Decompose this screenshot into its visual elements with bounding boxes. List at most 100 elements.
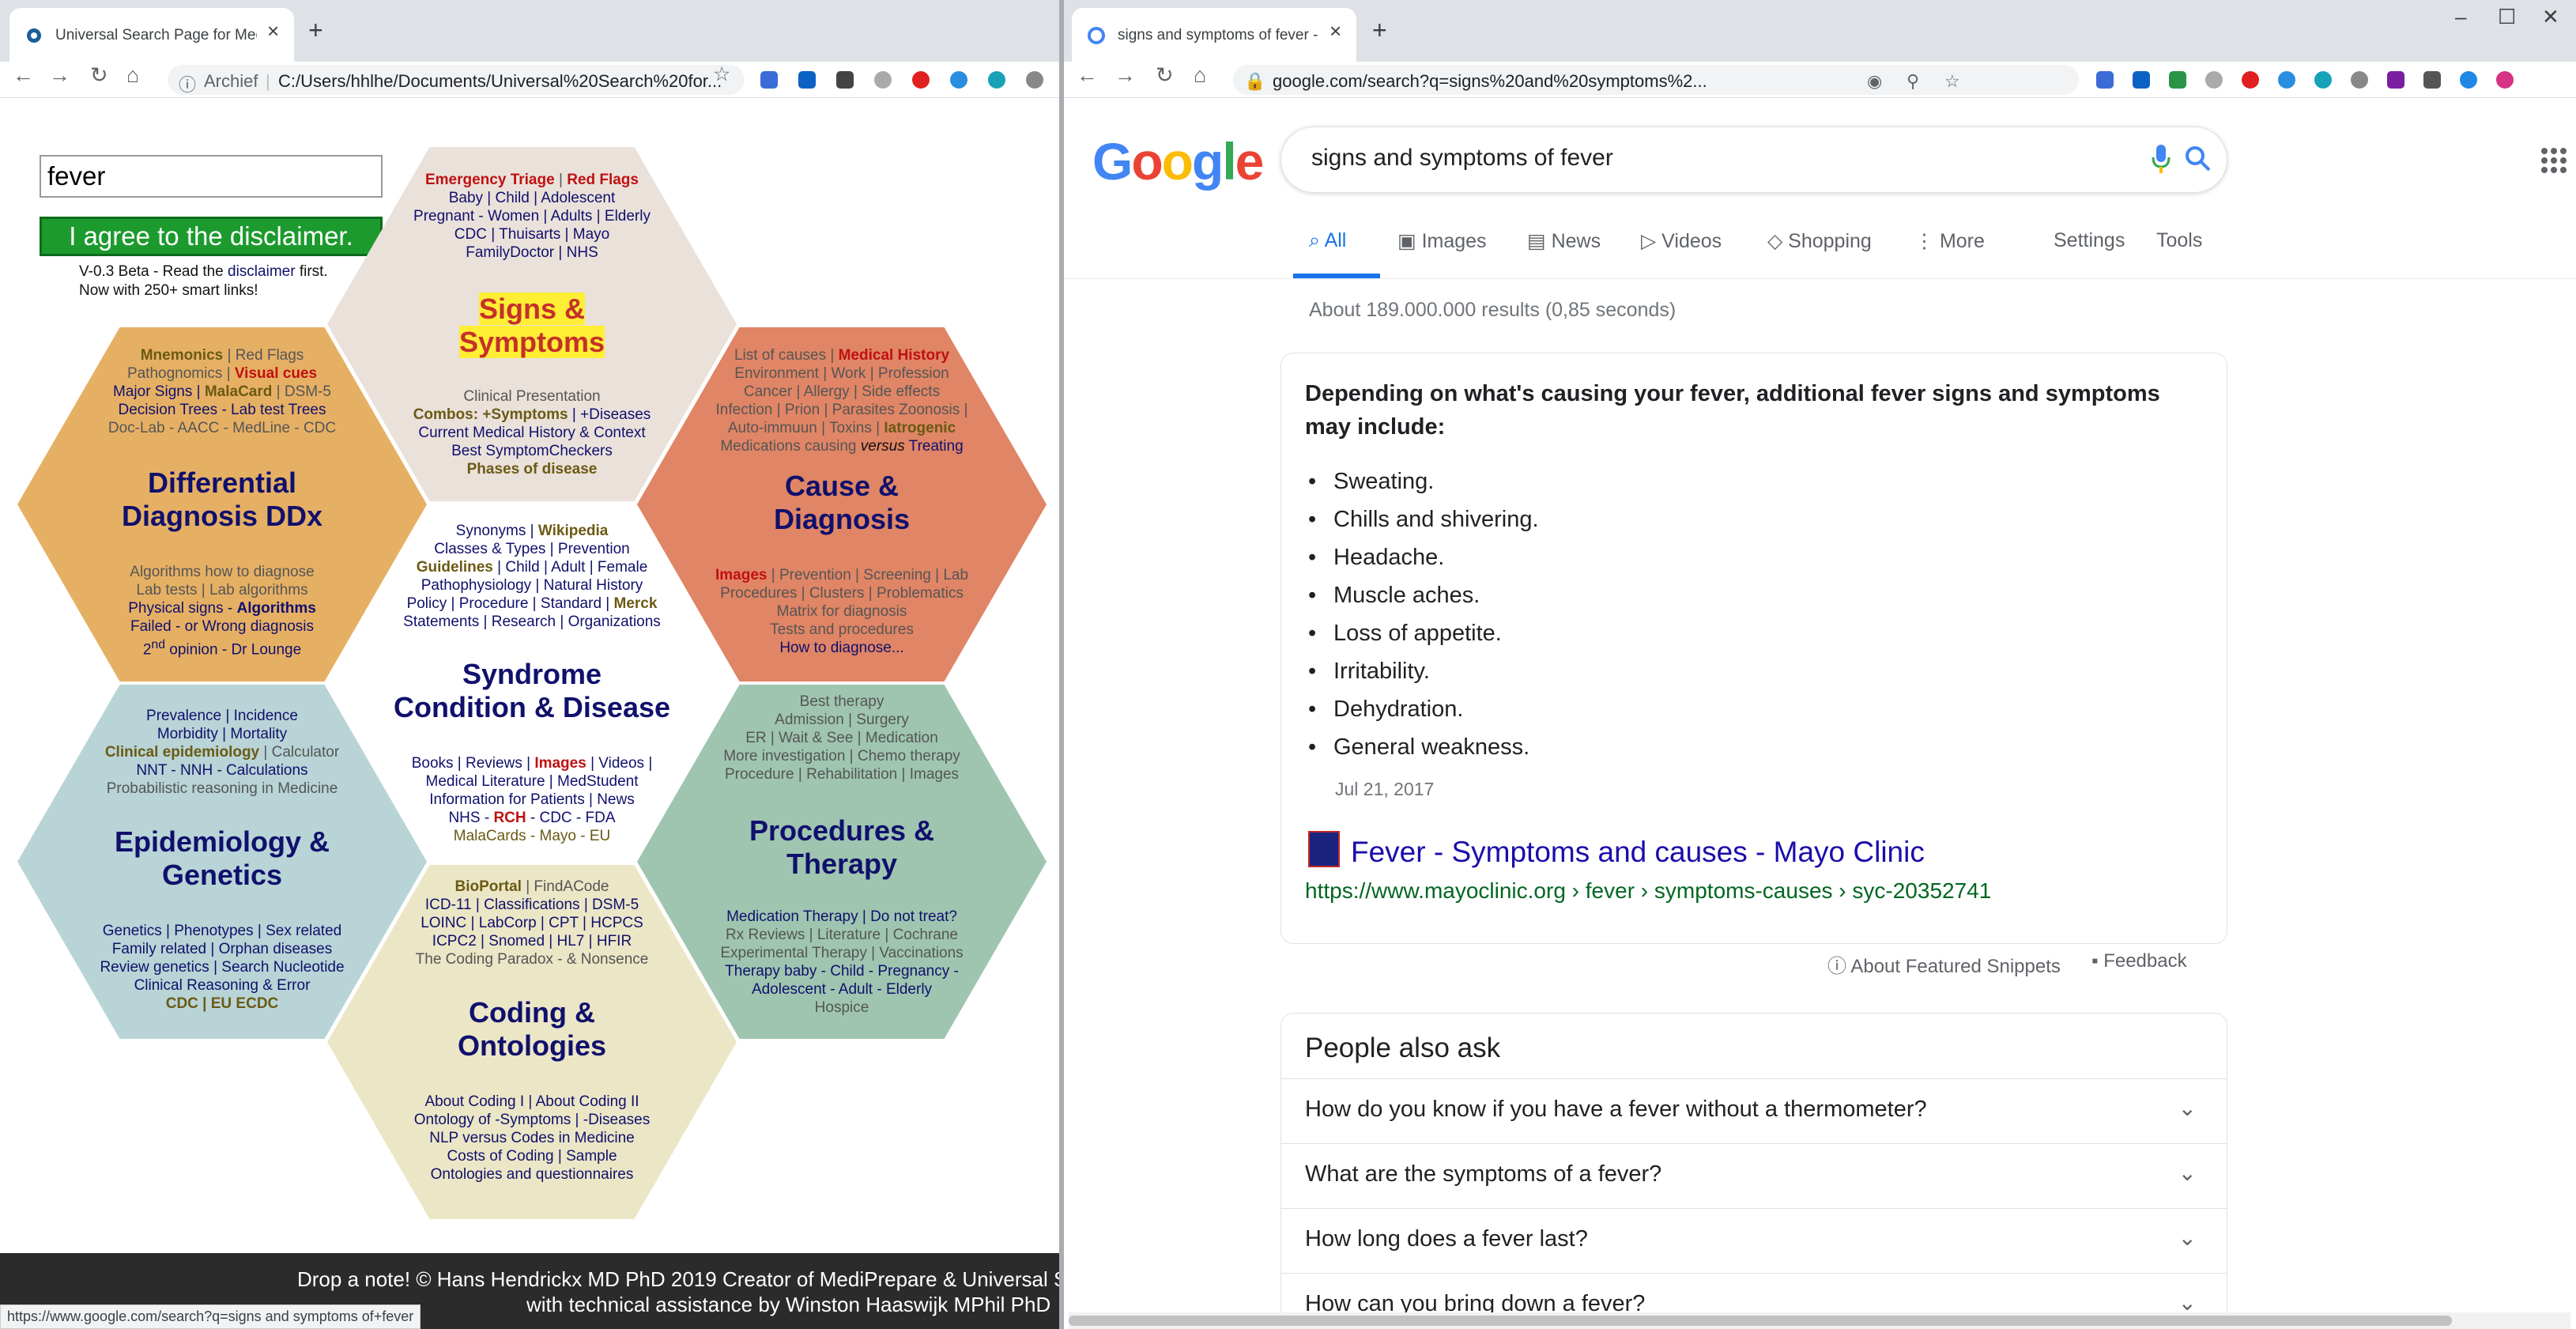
dropbox-icon[interactable] xyxy=(798,71,816,89)
feedback-link[interactable]: ▪ Feedback xyxy=(2091,950,2187,972)
info-icon: ⓘ xyxy=(179,75,197,95)
epidemiology-links-bottom: Genetics | Phenotypes | Sex related Fami… xyxy=(100,923,345,1012)
tab-videos[interactable]: ▷ Videos xyxy=(1641,229,1722,253)
microphone-icon[interactable] xyxy=(2151,143,2171,175)
reload-icon[interactable]: ↻ xyxy=(90,65,108,86)
gear-extension-icon[interactable] xyxy=(2314,71,2332,89)
logo-letter: o xyxy=(1131,132,1163,191)
google-search-box[interactable]: signs and symptoms of fever xyxy=(1280,126,2227,193)
gear-extension-icon[interactable] xyxy=(988,71,1005,89)
bookmark-star-icon[interactable]: ☆ xyxy=(713,65,730,85)
paa-question[interactable]: How do you know if you have a fever with… xyxy=(1281,1078,2227,1143)
address-bar[interactable]: 🔒 google.com/search?q=signs%20and%20symp… xyxy=(1233,65,2079,95)
snippet-date: Jul 21, 2017 xyxy=(1335,779,1435,799)
cause-title[interactable]: Cause & Diagnosis xyxy=(677,470,1007,536)
snippet-bullet: Sweating. xyxy=(1308,469,1434,495)
new-tab-icon[interactable]: + xyxy=(1372,17,1387,43)
favicon-icon xyxy=(27,28,41,43)
agree-disclaimer-button[interactable]: I agree to the disclaimer. xyxy=(40,217,383,256)
back-icon[interactable]: ← xyxy=(1077,65,1098,86)
google-results-page: Google signs and symptoms of fever ⌕ All… xyxy=(1064,98,2576,1329)
snippet-bullet: Headache. xyxy=(1308,545,1444,571)
snippet-heading: Depending on what's causing your fever, … xyxy=(1305,381,2160,440)
tab-title: signs and symptoms of fever - G xyxy=(1118,27,1319,43)
google-logo[interactable]: Google xyxy=(1092,131,1264,191)
tab-news[interactable]: ▤ News xyxy=(1527,229,1601,253)
tab-images[interactable]: ▣ Images xyxy=(1397,229,1487,253)
extension-blue-icon[interactable] xyxy=(2460,71,2477,89)
paa-question[interactable]: How long does a fever last? ⌄ xyxy=(1281,1208,2227,1273)
maximize-icon[interactable]: ☐ xyxy=(2498,5,2516,29)
cloud-icon[interactable] xyxy=(950,71,967,89)
logo-letter: o xyxy=(1161,132,1194,191)
profile-extension-icon[interactable] xyxy=(2351,71,2368,89)
minimize-icon[interactable]: – xyxy=(2455,5,2466,29)
profile-icon[interactable] xyxy=(1026,71,1043,89)
location-icon[interactable]: ◉ xyxy=(1867,71,1882,92)
snippet-bullet: Loss of appetite. xyxy=(1308,621,1502,647)
close-tab-icon[interactable]: × xyxy=(267,19,279,43)
paa-heading: People also ask xyxy=(1305,1033,1501,1063)
tab-universal-search[interactable]: Universal Search Page for Medic × xyxy=(9,8,294,62)
cause-links-bottom: Images | Prevention | Screening | Lab Pr… xyxy=(715,567,969,656)
featured-snippet: Depending on what's causing your fever, … xyxy=(1280,353,2227,944)
apps-grid-icon[interactable] xyxy=(2540,147,2567,174)
extension-green-icon[interactable] xyxy=(2169,71,2186,89)
shield-icon[interactable] xyxy=(2205,71,2223,89)
search-input[interactable] xyxy=(40,155,383,198)
cloud-icon[interactable] xyxy=(2278,71,2295,89)
snippet-bullet: General weakness. xyxy=(1308,734,1529,761)
footer-credit[interactable]: Drop a note! © Hans Hendrickx MD PhD 201… xyxy=(297,1267,1059,1292)
translate-icon[interactable] xyxy=(2096,71,2114,89)
search-icon[interactable] xyxy=(2184,145,2212,173)
close-tab-icon[interactable]: × xyxy=(1329,19,1341,43)
snippet-bullet: Dehydration. xyxy=(1308,697,1464,723)
home-icon[interactable]: ⌂ xyxy=(1194,65,1206,86)
url-text: google.com/search?q=signs%20and%20sympto… xyxy=(1273,71,1707,91)
adblock-icon[interactable] xyxy=(2242,71,2259,89)
coding-title[interactable]: Coding & Ontologies xyxy=(367,996,697,1063)
extension-icon[interactable] xyxy=(836,71,854,89)
home-icon[interactable]: ⌂ xyxy=(126,65,139,86)
bookmark-star-icon[interactable]: ☆ xyxy=(1944,71,1960,92)
close-window-icon[interactable]: ✕ xyxy=(2542,5,2559,29)
tab-settings[interactable]: Settings xyxy=(2054,229,2125,252)
dropbox-icon[interactable] xyxy=(2133,71,2150,89)
tab-title: Universal Search Page for Medic xyxy=(55,27,257,43)
translate-icon[interactable] xyxy=(760,71,778,89)
ddx-title[interactable]: Differential Diagnosis DDx xyxy=(57,466,387,533)
syndrome-title[interactable]: Syndrome Condition & Disease xyxy=(367,658,697,724)
hon-code-badge-icon[interactable] xyxy=(1308,831,1340,867)
onenote-icon[interactable] xyxy=(2387,71,2404,89)
universal-search-page: I agree to the disclaimer. V-0.3 Beta - … xyxy=(0,98,1059,1329)
coding-links-top: BioPortal | FindACode ICD-11 | Classific… xyxy=(415,878,649,968)
new-tab-icon[interactable]: + xyxy=(308,17,323,43)
forward-icon[interactable]: → xyxy=(49,65,70,86)
tab-shopping[interactable]: ◇ Shopping xyxy=(1767,229,1872,253)
about-snippets-link[interactable]: ⓘ About Featured Snippets xyxy=(1827,950,2061,978)
result-title-link[interactable]: Fever - Symptoms and causes - Mayo Clini… xyxy=(1351,836,1925,869)
cast-icon[interactable] xyxy=(2423,71,2441,89)
search-query[interactable]: signs and symptoms of fever xyxy=(1311,145,1613,172)
reload-icon[interactable]: ↻ xyxy=(1156,65,1174,86)
paa-question[interactable]: What are the symptoms of a fever? ⌄ xyxy=(1281,1143,2227,1208)
forward-icon[interactable]: → xyxy=(1115,65,1136,86)
shield-icon[interactable] xyxy=(874,71,892,89)
horizontal-scrollbar[interactable] xyxy=(1069,1312,2570,1329)
result-url[interactable]: https://www.mayoclinic.org › fever › sym… xyxy=(1305,878,1991,904)
tab-tools[interactable]: Tools xyxy=(2156,229,2202,252)
back-icon[interactable]: ← xyxy=(13,65,34,86)
procedures-title[interactable]: Procedures & Therapy xyxy=(677,814,1007,881)
tab-google-search[interactable]: signs and symptoms of fever - G × xyxy=(1072,8,1356,62)
epidemiology-title[interactable]: Epidemiology & Genetics xyxy=(57,825,387,892)
logo-letter: g xyxy=(1192,132,1224,191)
address-bar[interactable]: ⓘ Archief | C:/Users/hhlhe/Documents/Uni… xyxy=(168,65,745,95)
zoom-icon[interactable]: ⚲ xyxy=(1907,71,1919,92)
adblock-icon[interactable] xyxy=(912,71,930,89)
profile-avatar-icon[interactable] xyxy=(2496,71,2514,89)
tab-more[interactable]: ⋮ More xyxy=(1914,229,1985,253)
scrollbar-thumb[interactable] xyxy=(1069,1316,2452,1326)
tab-all[interactable]: ⌕ All xyxy=(1309,229,1346,252)
disclaimer-link[interactable]: disclaimer xyxy=(228,263,296,280)
signs-symptoms-title[interactable]: Signs & Symptoms xyxy=(367,293,697,359)
